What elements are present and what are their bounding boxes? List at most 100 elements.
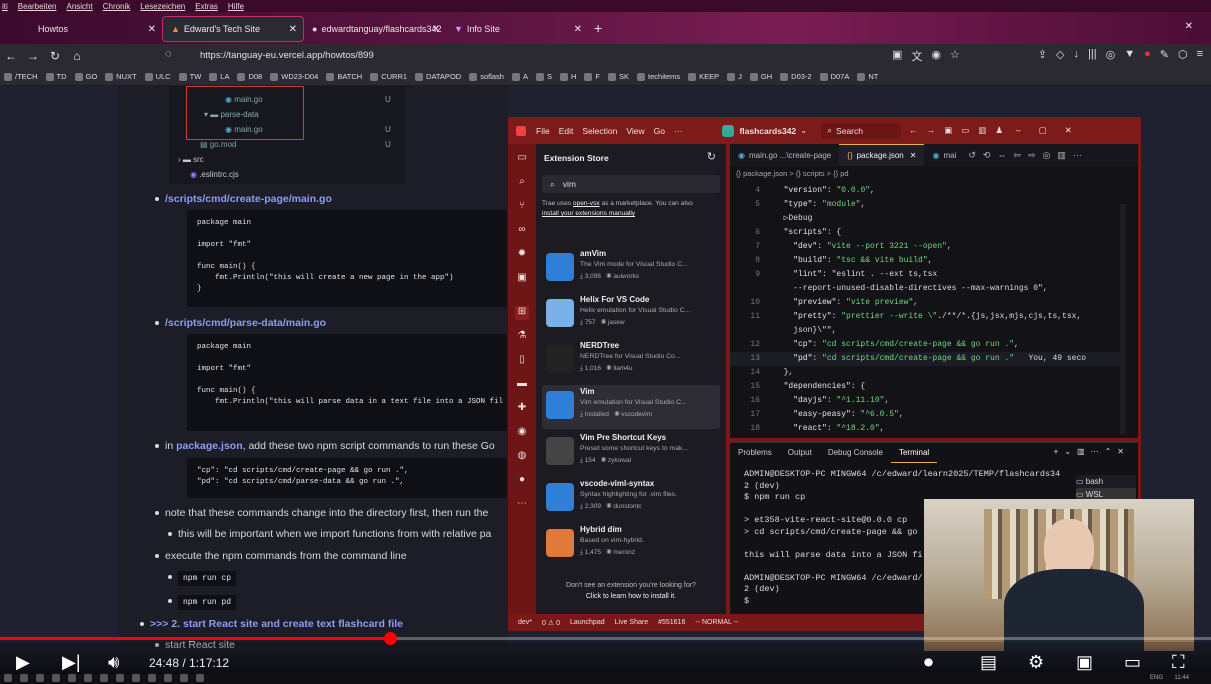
subtitles-icon[interactable]: ▤ (980, 652, 997, 673)
editor-menu-item[interactable]: Go (654, 126, 665, 136)
extension-icon[interactable]: ▼ (1124, 48, 1135, 64)
progress-knob[interactable] (384, 632, 397, 645)
section-link[interactable]: >>> 2. start React site and create text … (150, 618, 403, 630)
close-icon[interactable]: ✕ (432, 24, 440, 35)
tab-edwards-tech-site[interactable]: ▲ Edward's Tech Site ✕ (162, 16, 304, 42)
theater-icon[interactable]: ▭ (1124, 652, 1141, 673)
file-link[interactable]: /scripts/cmd/create-page/main.go (165, 193, 332, 205)
bookmark-item[interactable]: soflash (465, 72, 508, 81)
close-icon[interactable]: ✕ (574, 24, 582, 35)
volume-icon[interactable]: 🔊︎ (108, 652, 119, 673)
settings-icon[interactable]: ⚙ (1028, 652, 1044, 673)
menu-item[interactable]: Chronik (103, 2, 131, 11)
tab-howtos[interactable]: Howtos ✕ (0, 16, 162, 42)
tab-main[interactable]: ◉ mai (924, 144, 964, 166)
menu-item[interactable]: Ansicht (66, 2, 92, 11)
source-control-icon[interactable]: ⑂ (515, 200, 529, 214)
extension-icon[interactable]: ▣ (892, 48, 902, 64)
status-item[interactable]: 0 ⚠ 0 (542, 619, 560, 627)
account-icon[interactable]: ◎ (1106, 48, 1116, 64)
url-input[interactable]: https://tanguay-eu.vercel.app/howtos/899 (200, 50, 374, 61)
extension-item[interactable]: amVim The Vim mode for Visual Studio C..… (542, 247, 720, 291)
scrollbar[interactable] (1120, 204, 1126, 434)
project-name[interactable]: flashcards342 (739, 126, 796, 136)
bookmark-item[interactable]: LA (205, 72, 233, 81)
open-vsx-link[interactable]: open-vsx (573, 200, 600, 207)
panel-tab[interactable]: Output (780, 443, 820, 463)
download-icon[interactable]: ↓ (1074, 48, 1080, 64)
flask-icon[interactable]: ⚗ (515, 330, 529, 344)
panel-actions[interactable]: +⌄▥⋯⌃✕ (1054, 447, 1130, 456)
file-link[interactable]: /scripts/cmd/parse-data/main.go (165, 317, 326, 329)
bookmark-item[interactable]: F (580, 72, 604, 81)
bookmark-item[interactable]: BATCH (322, 72, 366, 81)
extension-icon[interactable]: ⬡ (1178, 48, 1188, 64)
bookmark-item[interactable]: CURR1 (366, 72, 411, 81)
bookmark-item[interactable]: /TECH (0, 72, 42, 81)
bookmark-item[interactable]: TD (42, 72, 71, 81)
editor-menu-item[interactable]: View (626, 126, 644, 136)
bookmark-item[interactable]: NT (853, 72, 882, 81)
menu-icon[interactable]: ≡ (1197, 48, 1203, 64)
bookmark-item[interactable]: D08 (233, 72, 266, 81)
extension-icon[interactable]: ✎ (1160, 48, 1169, 64)
forward-icon[interactable]: → (22, 49, 44, 63)
menu-item[interactable]: Hilfe (228, 2, 244, 11)
chevron-down-icon[interactable]: ⌄ (800, 125, 807, 136)
back-icon[interactable]: ← (0, 49, 22, 63)
status-item[interactable]: #551616 (658, 619, 685, 626)
files-icon[interactable]: ▭ (515, 152, 529, 166)
close-icon[interactable]: ✕ (910, 151, 917, 160)
bookmark-item[interactable]: WD23-D04 (266, 72, 322, 81)
tab-package-json[interactable]: {} package.json ✕ (839, 144, 925, 166)
translate-icon[interactable]: 文 (911, 48, 922, 64)
bookmark-item[interactable]: D03-2 (776, 72, 815, 81)
close-icon[interactable]: ✕ (289, 24, 297, 35)
tab-github[interactable]: ● edwardtanguay/flashcards342 ✕ (304, 16, 446, 42)
debug-icon[interactable]: ✹ (515, 248, 529, 262)
new-tab-button[interactable]: + (594, 20, 602, 36)
drop-icon[interactable]: ● (515, 474, 529, 488)
breadcrumb[interactable]: {} package.json > {} scripts > {} pd (736, 169, 849, 178)
panel-tab[interactable]: Debug Console (820, 443, 891, 463)
bookmark-item[interactable]: A (508, 72, 532, 81)
menu-item[interactable]: iti (2, 2, 8, 11)
install-manually-link[interactable]: install your extensions manually (542, 210, 635, 217)
bookmark-item[interactable]: DATAPOD (411, 72, 465, 81)
more-icon[interactable]: ⋯ (515, 498, 529, 512)
language-indicator[interactable]: ENG (1150, 675, 1163, 681)
play-icon[interactable]: ◉ (515, 426, 529, 440)
folder-icon[interactable]: ▬ (515, 378, 529, 392)
search-icon[interactable]: ⌕ (515, 176, 529, 190)
star-icon[interactable]: ☆ (950, 48, 960, 64)
bookmark-item[interactable]: D07A (816, 72, 854, 81)
status-item[interactable]: dev* (518, 619, 532, 626)
editor-menu-item[interactable]: File (536, 126, 550, 136)
remote-icon[interactable]: ▣ (515, 272, 529, 286)
extension-item[interactable]: Vim Vim emulation for Visual Studio C...… (542, 385, 720, 429)
editor-menu-item[interactable]: Edit (559, 126, 574, 136)
tab-info-site[interactable]: ▼ Info Site ✕ (446, 16, 588, 42)
fullscreen-icon[interactable]: ⛶ (1172, 652, 1185, 673)
menu-item[interactable]: Extras (195, 2, 218, 11)
file-link[interactable]: package.json (176, 440, 243, 452)
shield-icon[interactable]: ◌ (165, 48, 172, 60)
panel-tab[interactable]: Terminal (890, 443, 938, 463)
extension-item[interactable]: Helix For VS Code Helix emulation for Vi… (542, 293, 720, 337)
play-icon[interactable]: ▶ (16, 652, 30, 673)
layout-icons[interactable]: ←→▣▭▥♟ (909, 125, 1012, 136)
link-icon[interactable]: ∞ (515, 224, 529, 238)
close-window-icon[interactable]: ✕ (1185, 21, 1193, 32)
close-icon[interactable]: ✕ (148, 24, 156, 35)
tab-main-go[interactable]: ◉ main.go ...\create-page (730, 144, 839, 166)
bookmark-item[interactable]: ULC (141, 72, 175, 81)
library-icon[interactable]: ||| (1088, 48, 1097, 64)
puzzle-icon[interactable]: ✚ (515, 402, 529, 416)
reload-icon[interactable]: ↻ (44, 49, 66, 63)
search-box[interactable]: ⌕ Search (821, 122, 902, 139)
refresh-icon[interactable]: ↻ (707, 150, 716, 163)
menu-item[interactable]: Lesezeichen (140, 2, 185, 11)
extension-item[interactable]: vscode-viml-syntax Syntax highlighting f… (542, 477, 720, 521)
miniplayer-icon[interactable]: ▣ (1076, 652, 1093, 673)
editor-menu-item[interactable]: ··· (674, 126, 683, 136)
